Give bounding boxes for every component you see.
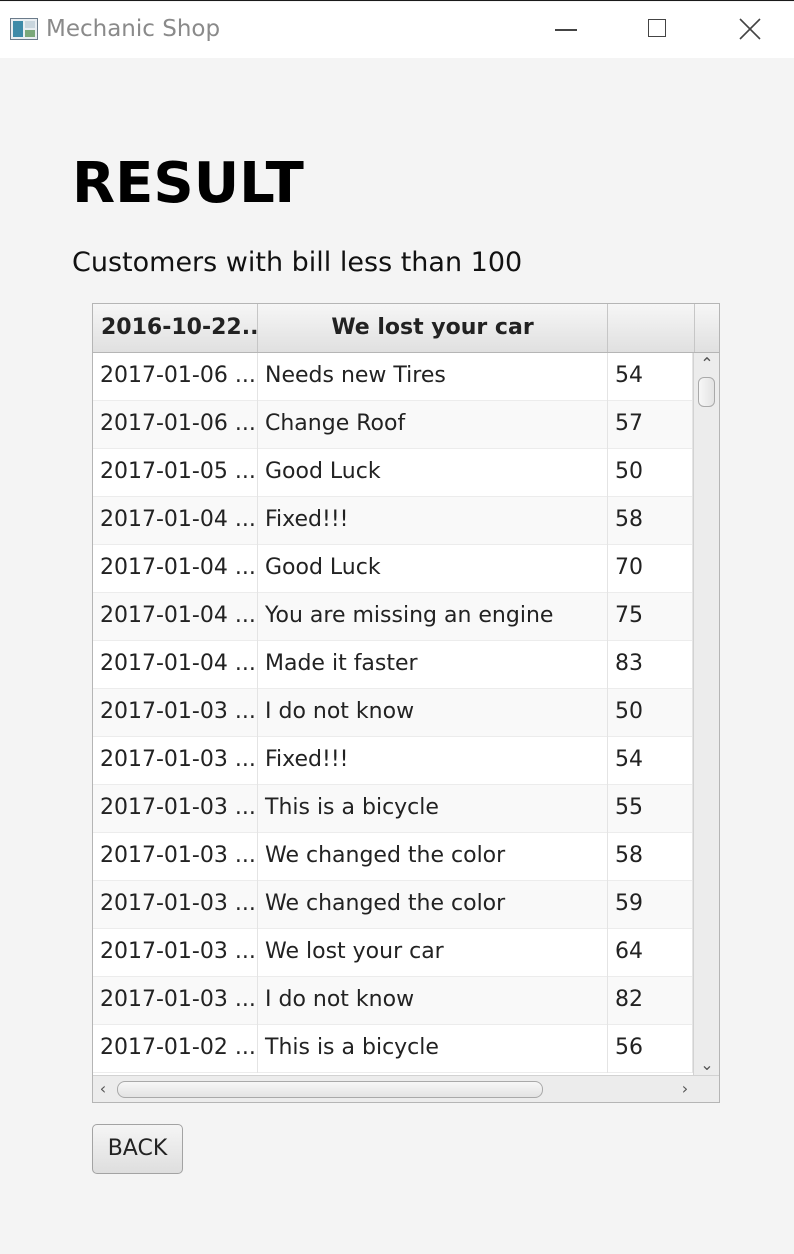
cell-date: 2017-01-06 ...: [93, 353, 258, 401]
table-row[interactable]: 2017-01-04 ... You are missing an engine…: [93, 593, 693, 641]
cell-date: 2017-01-04 ...: [93, 641, 258, 689]
cell-bill: 54: [608, 737, 693, 785]
maximize-button[interactable]: [612, 2, 704, 58]
cell-bill: 64: [608, 929, 693, 977]
app-window: Mechanic Shop RESULT Customers with bill…: [0, 0, 794, 1254]
cell-bill: 50: [608, 689, 693, 737]
cell-comment: Good Luck: [258, 545, 608, 593]
results-table[interactable]: 2016-10-22... We lost your car 2017-01-0…: [92, 303, 720, 1103]
table-row[interactable]: 2017-01-03 ... We changed the color 59: [93, 881, 693, 929]
table-row[interactable]: 2017-01-02 ... This is a bicycle 56: [93, 1025, 693, 1073]
cell-comment: We changed the color: [258, 881, 608, 929]
cell-comment: This is a bicycle: [258, 785, 608, 833]
cell-comment: Needs new Tires: [258, 353, 608, 401]
page-title: RESULT: [72, 151, 304, 216]
cell-date: 2017-01-03 ...: [93, 785, 258, 833]
cell-date: 2017-01-03 ...: [93, 689, 258, 737]
horizontal-scroll-thumb[interactable]: [117, 1081, 543, 1098]
table-body: 2017-01-06 ... Needs new Tires 54 2017-0…: [93, 353, 693, 1075]
cell-bill: 75: [608, 593, 693, 641]
cell-date: 2017-01-03 ...: [93, 977, 258, 1025]
table-row[interactable]: 2017-01-03 ... We changed the color 58: [93, 833, 693, 881]
cell-date: 2017-01-06 ...: [93, 401, 258, 449]
cell-comment: Change Roof: [258, 401, 608, 449]
cell-bill: 57: [608, 401, 693, 449]
maximize-icon: [648, 19, 666, 37]
cell-date: 2017-01-03 ...: [93, 929, 258, 977]
table-row[interactable]: 2017-01-03 ... Fixed!!! 54: [93, 737, 693, 785]
cell-bill: 70: [608, 545, 693, 593]
table-row[interactable]: 2017-01-03 ... This is a bicycle 55: [93, 785, 693, 833]
cell-comment: This is a bicycle: [258, 1025, 608, 1073]
minimize-button[interactable]: [520, 2, 612, 58]
cell-date: 2017-01-03 ...: [93, 737, 258, 785]
table-row[interactable]: 2017-01-06 ... Change Roof 57: [93, 401, 693, 449]
cell-bill: 55: [608, 785, 693, 833]
cell-date: 2017-01-04 ...: [93, 593, 258, 641]
table-row[interactable]: 2017-01-04 ... Made it faster 83: [93, 641, 693, 689]
cell-date: 2017-01-05 ...: [93, 449, 258, 497]
scroll-left-icon[interactable]: ‹: [93, 1081, 113, 1097]
horizontal-scrollbar[interactable]: ‹ ›: [93, 1075, 719, 1102]
window-title: Mechanic Shop: [46, 16, 221, 42]
table-row[interactable]: 2017-01-04 ... Fixed!!! 58: [93, 497, 693, 545]
scroll-right-icon[interactable]: ›: [675, 1081, 695, 1097]
vertical-scrollbar[interactable]: ⌃ ⌄: [693, 353, 719, 1075]
cell-bill: 82: [608, 977, 693, 1025]
app-window-icon: [10, 18, 38, 40]
close-icon: [739, 18, 761, 40]
scroll-down-icon[interactable]: ⌄: [697, 1057, 717, 1073]
cell-comment: I do not know: [258, 977, 608, 1025]
cell-date: 2017-01-04 ...: [93, 545, 258, 593]
minimize-icon: [555, 29, 577, 31]
table-row[interactable]: 2017-01-03 ... We lost your car 64: [93, 929, 693, 977]
cell-bill: 58: [608, 497, 693, 545]
cell-comment: I do not know: [258, 689, 608, 737]
table-row[interactable]: 2017-01-03 ... I do not know 50: [93, 689, 693, 737]
back-button[interactable]: BACK: [92, 1124, 183, 1174]
title-bar: Mechanic Shop: [0, 2, 794, 58]
column-header-bill[interactable]: [608, 304, 695, 352]
column-header-date[interactable]: 2016-10-22...: [93, 304, 258, 352]
column-header-comment[interactable]: We lost your car: [258, 304, 608, 352]
scroll-up-icon[interactable]: ⌃: [697, 356, 717, 372]
table-row[interactable]: 2017-01-06 ... Needs new Tires 54: [93, 353, 693, 401]
cell-comment: Fixed!!!: [258, 737, 608, 785]
cell-comment: You are missing an engine: [258, 593, 608, 641]
page-subtitle: Customers with bill less than 100: [72, 247, 523, 278]
cell-date: 2017-01-03 ...: [93, 881, 258, 929]
table-header: 2016-10-22... We lost your car: [93, 304, 719, 353]
cell-comment: We lost your car: [258, 929, 608, 977]
column-header-filler: [695, 304, 719, 352]
close-button[interactable]: [704, 2, 794, 58]
table-row[interactable]: 2017-01-04 ... Good Luck 70: [93, 545, 693, 593]
cell-bill: 58: [608, 833, 693, 881]
cell-bill: 59: [608, 881, 693, 929]
cell-bill: 50: [608, 449, 693, 497]
cell-comment: Good Luck: [258, 449, 608, 497]
cell-date: 2017-01-03 ...: [93, 833, 258, 881]
cell-bill: 54: [608, 353, 693, 401]
vertical-scroll-thumb[interactable]: [698, 377, 715, 407]
cell-bill: 83: [608, 641, 693, 689]
table-row[interactable]: 2017-01-05 ... Good Luck 50: [93, 449, 693, 497]
cell-bill: 56: [608, 1025, 693, 1073]
cell-comment: Made it faster: [258, 641, 608, 689]
cell-comment: Fixed!!!: [258, 497, 608, 545]
table-row[interactable]: 2017-01-03 ... I do not know 82: [93, 977, 693, 1025]
cell-date: 2017-01-04 ...: [93, 497, 258, 545]
cell-comment: We changed the color: [258, 833, 608, 881]
cell-date: 2017-01-02 ...: [93, 1025, 258, 1073]
